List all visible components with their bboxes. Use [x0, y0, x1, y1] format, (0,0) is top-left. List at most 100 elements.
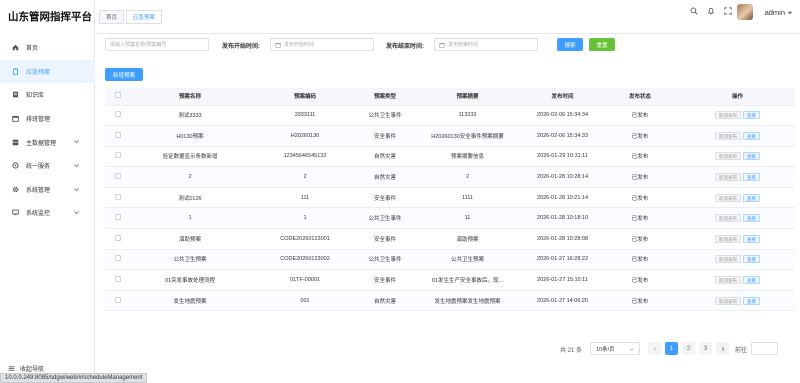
pagination-total: 共 21 条	[560, 348, 583, 354]
plan-table: 预案名称 预案编码 预案类型 预案摘要 发布时间 发布状态 操作 测试3333 3…	[105, 88, 795, 312]
view-button[interactable]: 查看	[743, 276, 760, 285]
page-button-3[interactable]: 3	[699, 342, 712, 355]
view-button[interactable]: 查看	[743, 255, 760, 264]
header-icons	[681, 7, 732, 15]
row-checkbox[interactable]	[114, 152, 121, 159]
page-size-select[interactable]: 10条/页	[590, 342, 640, 355]
row-actions: 取消发布 查看	[680, 105, 795, 127]
sidebar-item-system-management[interactable]: 系统管理	[0, 178, 95, 202]
unpublish-button[interactable]: 取消发布	[715, 193, 741, 202]
avatar[interactable]	[737, 4, 753, 20]
row-checkbox[interactable]	[114, 131, 121, 138]
calendar-icon	[12, 115, 19, 122]
sidebar-item-scheduling[interactable]: 排班管理	[0, 107, 95, 131]
bell-icon[interactable]	[707, 7, 715, 15]
sidebar-item-master-data[interactable]: 主数据管理	[0, 130, 95, 154]
view-button[interactable]: 查看	[743, 214, 760, 223]
sidebar-item-unified-service[interactable]: 统一服务	[0, 154, 95, 178]
page-button-1[interactable]: 1	[665, 342, 678, 355]
view-button[interactable]: 查看	[743, 193, 760, 202]
start-time-placeholder: 发布开始时间	[284, 42, 315, 48]
goto-page-input[interactable]	[751, 342, 778, 355]
view-button[interactable]: 查看	[743, 173, 760, 182]
tab-home[interactable]: 首页	[99, 10, 125, 24]
unpublish-button[interactable]: 取消发布	[715, 234, 741, 243]
cell-status: 已发布	[600, 105, 680, 127]
username[interactable]: admin	[765, 8, 785, 17]
view-button[interactable]: 查看	[743, 111, 760, 120]
row-checkbox[interactable]	[114, 234, 121, 241]
unpublish-button[interactable]: 取消发布	[715, 111, 741, 120]
row-checkbox[interactable]	[114, 276, 121, 283]
sidebar-item-system-monitor[interactable]: 系统监控	[0, 201, 95, 225]
chevron-left-icon	[653, 346, 656, 351]
end-time-input[interactable]: 发布结束时间	[434, 38, 538, 51]
unpublish-button[interactable]: 取消发布	[715, 296, 741, 305]
row-checkbox[interactable]	[114, 173, 121, 180]
cell-time: 2026-02-06 15:34:34	[525, 105, 600, 127]
fullscreen-icon[interactable]	[724, 7, 732, 15]
sidebar-item-label: 主数据管理	[26, 140, 57, 147]
cell-time: 2026-01-29 10:31:11	[525, 146, 600, 168]
search-icon[interactable]	[690, 7, 698, 15]
cell-code: 111	[250, 187, 360, 209]
page-size-value: 10条/页	[596, 346, 615, 353]
caret-down-icon[interactable]	[787, 10, 793, 16]
select-all-checkbox[interactable]	[114, 92, 121, 99]
start-time-input[interactable]: 发布开始时间	[270, 38, 374, 51]
gear-icon	[12, 186, 19, 193]
cell-code: CODE20260123002	[250, 249, 360, 271]
cell-summary: 11	[410, 207, 525, 230]
tab-emergency-plan[interactable]: 应急预案	[126, 10, 163, 24]
row-checkbox[interactable]	[114, 296, 121, 303]
row-checkbox[interactable]	[114, 193, 121, 200]
row-checkbox[interactable]	[114, 111, 121, 118]
sidebar-item-knowledge[interactable]: 知识库	[0, 83, 95, 107]
cell-summary: 公共卫生预案	[410, 249, 525, 271]
unpublish-button[interactable]: 取消发布	[715, 131, 741, 140]
sidebar-item-emergency-plan[interactable]: 应急预案	[0, 59, 95, 84]
column-header: 预案类型	[360, 88, 410, 106]
prev-page-button[interactable]	[648, 342, 661, 355]
cell-name: 测试3333	[130, 105, 250, 127]
cell-summary: 1111	[410, 187, 525, 209]
next-page-button[interactable]	[716, 342, 729, 355]
calendar-icon	[439, 42, 445, 48]
unpublish-button[interactable]: 取消发布	[715, 276, 741, 285]
table-row: 验证数据显示条数新增 12345646545132 自然灾害 预案摘要信息 2026-0…	[105, 146, 795, 168]
cell-status: 已发布	[600, 146, 680, 168]
row-checkbox[interactable]	[114, 214, 121, 221]
cell-code: 2	[250, 166, 360, 188]
view-button[interactable]: 查看	[743, 296, 760, 305]
cell-time: 2026-01-28 10:21:14	[525, 187, 600, 209]
search-button[interactable]: 搜索	[557, 38, 583, 51]
unpublish-button[interactable]: 取消发布	[715, 173, 741, 182]
end-time-placeholder: 发布结束时间	[448, 42, 479, 48]
cell-status: 已发布	[600, 207, 680, 230]
select-all-cell	[105, 88, 130, 106]
view-button[interactable]: 查看	[743, 131, 760, 140]
row-checkbox[interactable]	[114, 255, 121, 262]
cell-summary: 发生地震预案发生地震预案	[410, 290, 525, 312]
add-plan-button[interactable]: 新增预案	[105, 68, 143, 81]
cell-code: H20260130	[250, 125, 360, 147]
cell-name: 发生地震预案	[130, 290, 250, 312]
view-button[interactable]: 查看	[743, 152, 760, 161]
cell-time: 2026-01-28 10:28:08	[525, 228, 600, 250]
view-button[interactable]: 查看	[743, 234, 760, 243]
keyword-input[interactable]: 请输入预案名称/预案编号	[105, 38, 209, 51]
column-header: 发布时间	[525, 88, 600, 106]
table-header-row: 预案名称 预案编码 预案类型 预案摘要 发布时间 发布状态 操作	[105, 88, 795, 106]
reset-button[interactable]: 重置	[589, 38, 615, 51]
sidebar-item-home[interactable]: 首页	[0, 36, 95, 60]
page-button-2[interactable]: 2	[682, 342, 695, 355]
sidebar: 山东管网指挥平台 首页 应急预案 知识库 排班管理 主数据管理 统一服务 系统管…	[0, 0, 95, 383]
unpublish-button[interactable]: 取消发布	[715, 152, 741, 161]
cell-name: 演助预案	[130, 228, 250, 250]
unpublish-button[interactable]: 取消发布	[715, 255, 741, 264]
row-actions: 取消发布 查看	[680, 166, 795, 188]
unpublish-button[interactable]: 取消发布	[715, 214, 741, 223]
collapse-nav-button[interactable]: 收起导航	[8, 364, 44, 373]
row-actions: 取消发布 查看	[680, 290, 795, 312]
home-icon	[12, 44, 19, 51]
